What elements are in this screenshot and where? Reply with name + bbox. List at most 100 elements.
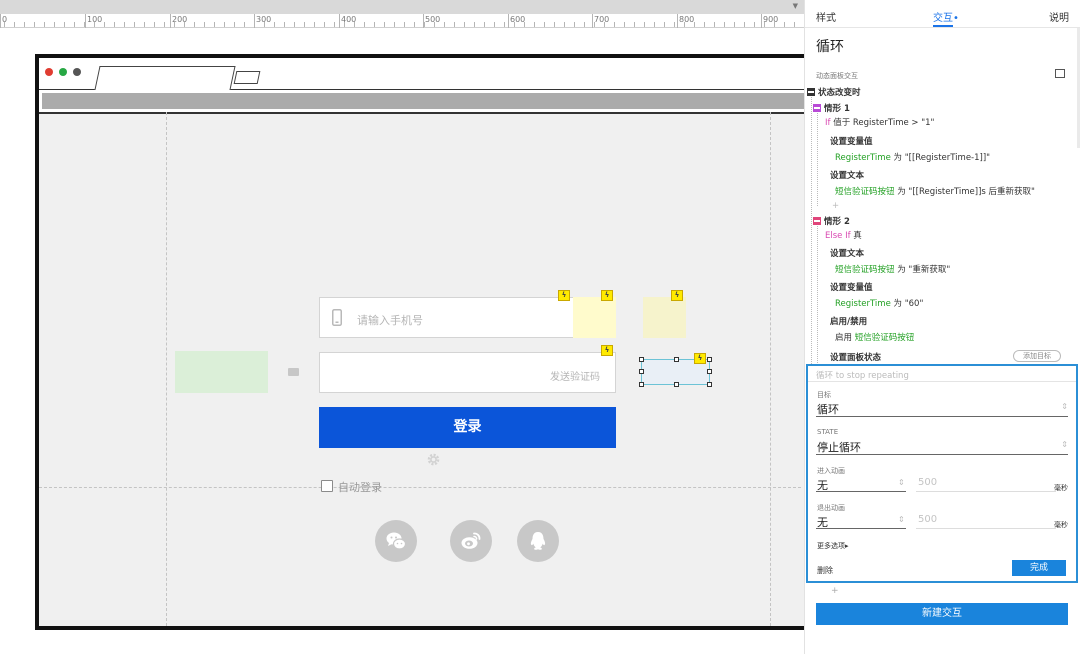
ruler-label: 200: [172, 15, 188, 24]
expand-collapse-icon[interactable]: [1055, 69, 1065, 78]
target-label: 目标: [817, 391, 831, 399]
resize-handle[interactable]: [639, 357, 644, 362]
action-title[interactable]: 设置变量值: [830, 135, 873, 147]
action-title[interactable]: 启用/禁用: [830, 315, 867, 327]
ruler-major-tick: [677, 14, 678, 28]
design-canvas[interactable]: 0 100 200 300 400 500 600 700 800 900 ▼: [0, 0, 804, 654]
action-detail[interactable]: RegisterTime 为 "[[RegisterTime-1]]": [835, 151, 990, 163]
inspector-tabs: 样式 交互• 说明: [805, 0, 1080, 28]
animate-in-duration[interactable]: 500: [918, 477, 937, 488]
animate-in-label: 进入动画: [817, 467, 845, 475]
ruler-label: 800: [679, 15, 695, 24]
condition-text: 值于 RegisterTime > "1": [833, 118, 935, 128]
field-underline: [916, 528, 1056, 529]
case-name: 情形 2: [824, 217, 850, 227]
select-updown-icon[interactable]: ⇕: [1061, 440, 1068, 449]
action-target: 短信验证码按钮: [835, 187, 895, 197]
interaction-flag-icon[interactable]: ϟ: [694, 353, 706, 364]
auto-login-label: 自动登录: [338, 481, 382, 494]
qq-icon: [530, 532, 546, 550]
auto-login-checkbox[interactable]: [321, 480, 333, 492]
address-field[interactable]: [42, 93, 804, 109]
field-underline: [816, 528, 906, 529]
action-title[interactable]: 设置变量值: [830, 281, 873, 293]
field-underline: [816, 416, 1068, 417]
add-action-button[interactable]: +: [832, 201, 839, 211]
action-title[interactable]: 设置面板状态: [830, 351, 881, 363]
guide-line-horizontal: [39, 487, 801, 488]
action-editor: 循环 to stop repeating 目标 循环 ⇕ STATE 停止循环 …: [806, 364, 1078, 583]
case-row[interactable]: 情形 1: [813, 102, 850, 114]
hotspot-box[interactable]: [573, 297, 616, 338]
target-select[interactable]: 循环: [817, 401, 839, 417]
action-title[interactable]: 设置文本: [830, 247, 864, 259]
ms-unit: 毫秒: [1054, 484, 1068, 492]
login-button[interactable]: 登录: [319, 407, 616, 448]
interaction-flag-icon[interactable]: ϟ: [601, 345, 613, 356]
delete-link[interactable]: 删除: [817, 565, 833, 576]
browser-mockup[interactable]: [35, 54, 804, 630]
widget-title: 循环: [816, 39, 844, 55]
animate-out-duration[interactable]: 500: [918, 514, 937, 525]
gear-icon: [427, 453, 440, 466]
resize-handle[interactable]: [639, 369, 644, 374]
event-row[interactable]: 状态改变时: [807, 86, 861, 98]
add-interaction-plus[interactable]: +: [831, 586, 839, 596]
case-condition[interactable]: Else If 真: [825, 229, 862, 241]
action-detail[interactable]: 短信验证码按钮 为 "[[RegisterTime]]s 后重新获取": [835, 185, 1035, 197]
case-row[interactable]: 情形 2: [813, 215, 850, 227]
interaction-flag-icon[interactable]: ϟ: [601, 290, 613, 301]
case-condition[interactable]: If 值于 RegisterTime > "1": [825, 116, 934, 128]
browser-tab[interactable]: [94, 66, 236, 90]
send-code-button[interactable]: 发送验证码: [550, 368, 600, 383]
resize-handle[interactable]: [639, 382, 644, 387]
resize-handle[interactable]: [707, 382, 712, 387]
resize-handle[interactable]: [707, 357, 712, 362]
new-interaction-button[interactable]: 新建交互: [816, 603, 1068, 625]
tab-style[interactable]: 样式: [816, 9, 836, 24]
condition-keyword: If: [825, 118, 831, 128]
tree-guide: [811, 94, 812, 366]
qq-login-button[interactable]: [517, 520, 559, 562]
divider: [808, 381, 1076, 382]
field-underline: [816, 491, 906, 492]
select-updown-icon[interactable]: ⇕: [898, 515, 905, 524]
interaction-flag-icon[interactable]: ϟ: [558, 290, 570, 301]
hotspot-box[interactable]: [643, 297, 686, 338]
ruler-major-tick: [170, 14, 171, 28]
select-updown-icon[interactable]: ⇕: [1061, 402, 1068, 411]
ruler-label: 0: [2, 15, 8, 24]
state-select[interactable]: 停止循环: [817, 439, 861, 455]
resize-handle[interactable]: [674, 382, 679, 387]
condition-keyword: Else If: [825, 231, 851, 241]
ruler-major-tick: [592, 14, 593, 28]
ruler-major-tick: [423, 14, 424, 28]
action-detail[interactable]: 启用 短信验证码按钮: [835, 331, 914, 343]
tab-interactions[interactable]: 交互•: [933, 9, 959, 24]
ruler-label: 600: [510, 15, 526, 24]
sms-code-input[interactable]: 发送验证码: [319, 352, 616, 393]
done-button[interactable]: 完成: [1012, 560, 1066, 576]
action-title[interactable]: 设置文本: [830, 169, 864, 181]
new-tab-icon[interactable]: [233, 71, 261, 84]
resize-handle[interactable]: [707, 369, 712, 374]
action-detail[interactable]: 短信验证码按钮 为 "重新获取": [835, 263, 950, 275]
resize-handle[interactable]: [674, 357, 679, 362]
phone-input[interactable]: 请输入手机号: [319, 297, 616, 338]
tab-notes[interactable]: 说明: [1049, 9, 1069, 24]
interaction-flag-icon[interactable]: ϟ: [671, 290, 683, 301]
add-target-button[interactable]: 添加目标: [1013, 350, 1061, 362]
close-dot-icon: [45, 68, 53, 76]
collapse-minus-icon[interactable]: [807, 88, 815, 96]
section-label: 动态面板交互: [816, 72, 858, 80]
hidden-panel-placeholder[interactable]: [175, 351, 268, 393]
wechat-login-button[interactable]: [375, 520, 417, 562]
more-options-link[interactable]: 更多选项▸: [817, 541, 849, 551]
address-bar: [39, 90, 804, 114]
select-updown-icon[interactable]: ⇕: [898, 478, 905, 487]
case-collapse-icon[interactable]: [813, 104, 821, 112]
action-detail[interactable]: RegisterTime 为 "60": [835, 297, 923, 309]
ruler-chevron-icon[interactable]: ▼: [793, 2, 798, 10]
case-collapse-icon[interactable]: [813, 217, 821, 225]
weibo-login-button[interactable]: [450, 520, 492, 562]
